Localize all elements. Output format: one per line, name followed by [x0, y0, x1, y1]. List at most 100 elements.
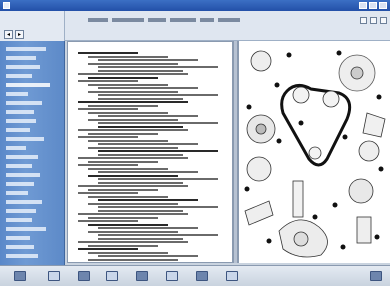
breadcrumb-path [88, 18, 288, 23]
text-line [98, 97, 183, 100]
sidebar-item[interactable] [6, 245, 34, 249]
maximize-icon[interactable] [369, 2, 377, 9]
text-line [98, 171, 198, 173]
text-line [98, 150, 218, 152]
text-line [78, 52, 138, 54]
first-page-icon[interactable] [14, 271, 26, 281]
sidebar-item[interactable] [6, 209, 36, 213]
zoom-out-icon[interactable] [196, 271, 208, 281]
text-line [88, 90, 178, 93]
car-icon[interactable] [226, 271, 238, 281]
back-icon[interactable]: ◂ [4, 30, 13, 39]
text-line [88, 118, 178, 121]
text-line [98, 59, 198, 61]
next-page-icon[interactable] [78, 271, 90, 281]
text-line [88, 104, 158, 107]
text-line [78, 164, 138, 166]
text-line [88, 223, 168, 226]
text-line [78, 157, 188, 159]
sidebar-item[interactable] [6, 83, 50, 87]
text-line [98, 237, 183, 240]
text-line [78, 80, 138, 82]
text-line [88, 111, 168, 114]
sidebar-item[interactable] [6, 137, 44, 141]
text-line [88, 258, 178, 261]
sidebar-item[interactable] [6, 173, 40, 177]
text-line [98, 209, 183, 212]
sidebar-item[interactable] [6, 65, 40, 69]
text-line [98, 69, 183, 72]
text-line [88, 83, 168, 86]
sidebar-item[interactable] [6, 227, 46, 231]
text-line [98, 122, 218, 124]
window-controls [359, 2, 387, 9]
text-line [88, 76, 158, 79]
text-line [78, 220, 138, 222]
sidebar-item[interactable] [6, 200, 42, 204]
sidebar-item[interactable] [6, 191, 28, 195]
sidebar-item[interactable] [6, 92, 28, 96]
text-line [98, 255, 198, 257]
text-line [98, 66, 218, 68]
sidebar-item[interactable] [6, 254, 38, 258]
text-line [78, 213, 188, 215]
print-icon[interactable] [136, 271, 148, 281]
sidebar-item[interactable] [6, 155, 38, 159]
minimize-icon[interactable] [359, 2, 367, 9]
text-line [98, 115, 198, 117]
text-line [88, 230, 178, 233]
sidebar-item[interactable] [6, 101, 42, 105]
text-line [88, 195, 168, 198]
sidebar-item[interactable] [6, 47, 46, 51]
text-line [88, 251, 168, 254]
text-line [98, 178, 218, 180]
zoom-in-icon[interactable] [166, 271, 178, 281]
text-line [88, 174, 178, 177]
text-line [78, 185, 188, 187]
sidebar-tree[interactable] [0, 41, 65, 265]
sidebar-item[interactable] [6, 56, 36, 60]
sidebar-item[interactable] [6, 236, 30, 240]
text-line [98, 125, 183, 128]
document-header [65, 11, 390, 41]
exploded-view-illustration [244, 50, 386, 258]
title-bar [0, 0, 390, 11]
app-icon [3, 2, 10, 9]
sidebar-item[interactable] [6, 110, 34, 114]
settings-icon[interactable] [380, 17, 387, 24]
text-line [78, 192, 138, 194]
text-line [88, 160, 158, 163]
text-line [98, 181, 183, 184]
help-icon[interactable] [370, 271, 382, 281]
prev-page-icon[interactable] [48, 271, 60, 281]
text-line [98, 143, 198, 145]
bottom-toolbar [0, 265, 390, 286]
sidebar-item[interactable] [6, 128, 30, 132]
sidebar-item[interactable] [6, 119, 36, 123]
text-line [88, 146, 178, 149]
zoom-icon[interactable] [370, 17, 377, 24]
text-line [88, 55, 168, 58]
sidebar-item[interactable] [6, 218, 32, 222]
sidebar-item[interactable] [6, 146, 26, 150]
text-line [88, 188, 158, 191]
text-line [78, 108, 138, 110]
text-line [88, 132, 158, 135]
print-icon[interactable] [360, 17, 367, 24]
procedure-text-pane[interactable] [67, 41, 233, 263]
text-line [78, 129, 188, 131]
sidebar-item[interactable] [6, 164, 32, 168]
forward-icon[interactable]: ▸ [15, 30, 24, 39]
sidebar-item[interactable] [6, 182, 34, 186]
sidebar-item[interactable] [6, 74, 32, 78]
text-line [98, 206, 218, 208]
text-line [98, 87, 198, 89]
text-line [78, 73, 188, 75]
text-line [78, 248, 138, 250]
text-line [88, 202, 178, 205]
close-icon[interactable] [379, 2, 387, 9]
text-line [78, 241, 188, 243]
last-page-icon[interactable] [106, 271, 118, 281]
text-line [98, 199, 198, 201]
text-line [98, 227, 198, 229]
